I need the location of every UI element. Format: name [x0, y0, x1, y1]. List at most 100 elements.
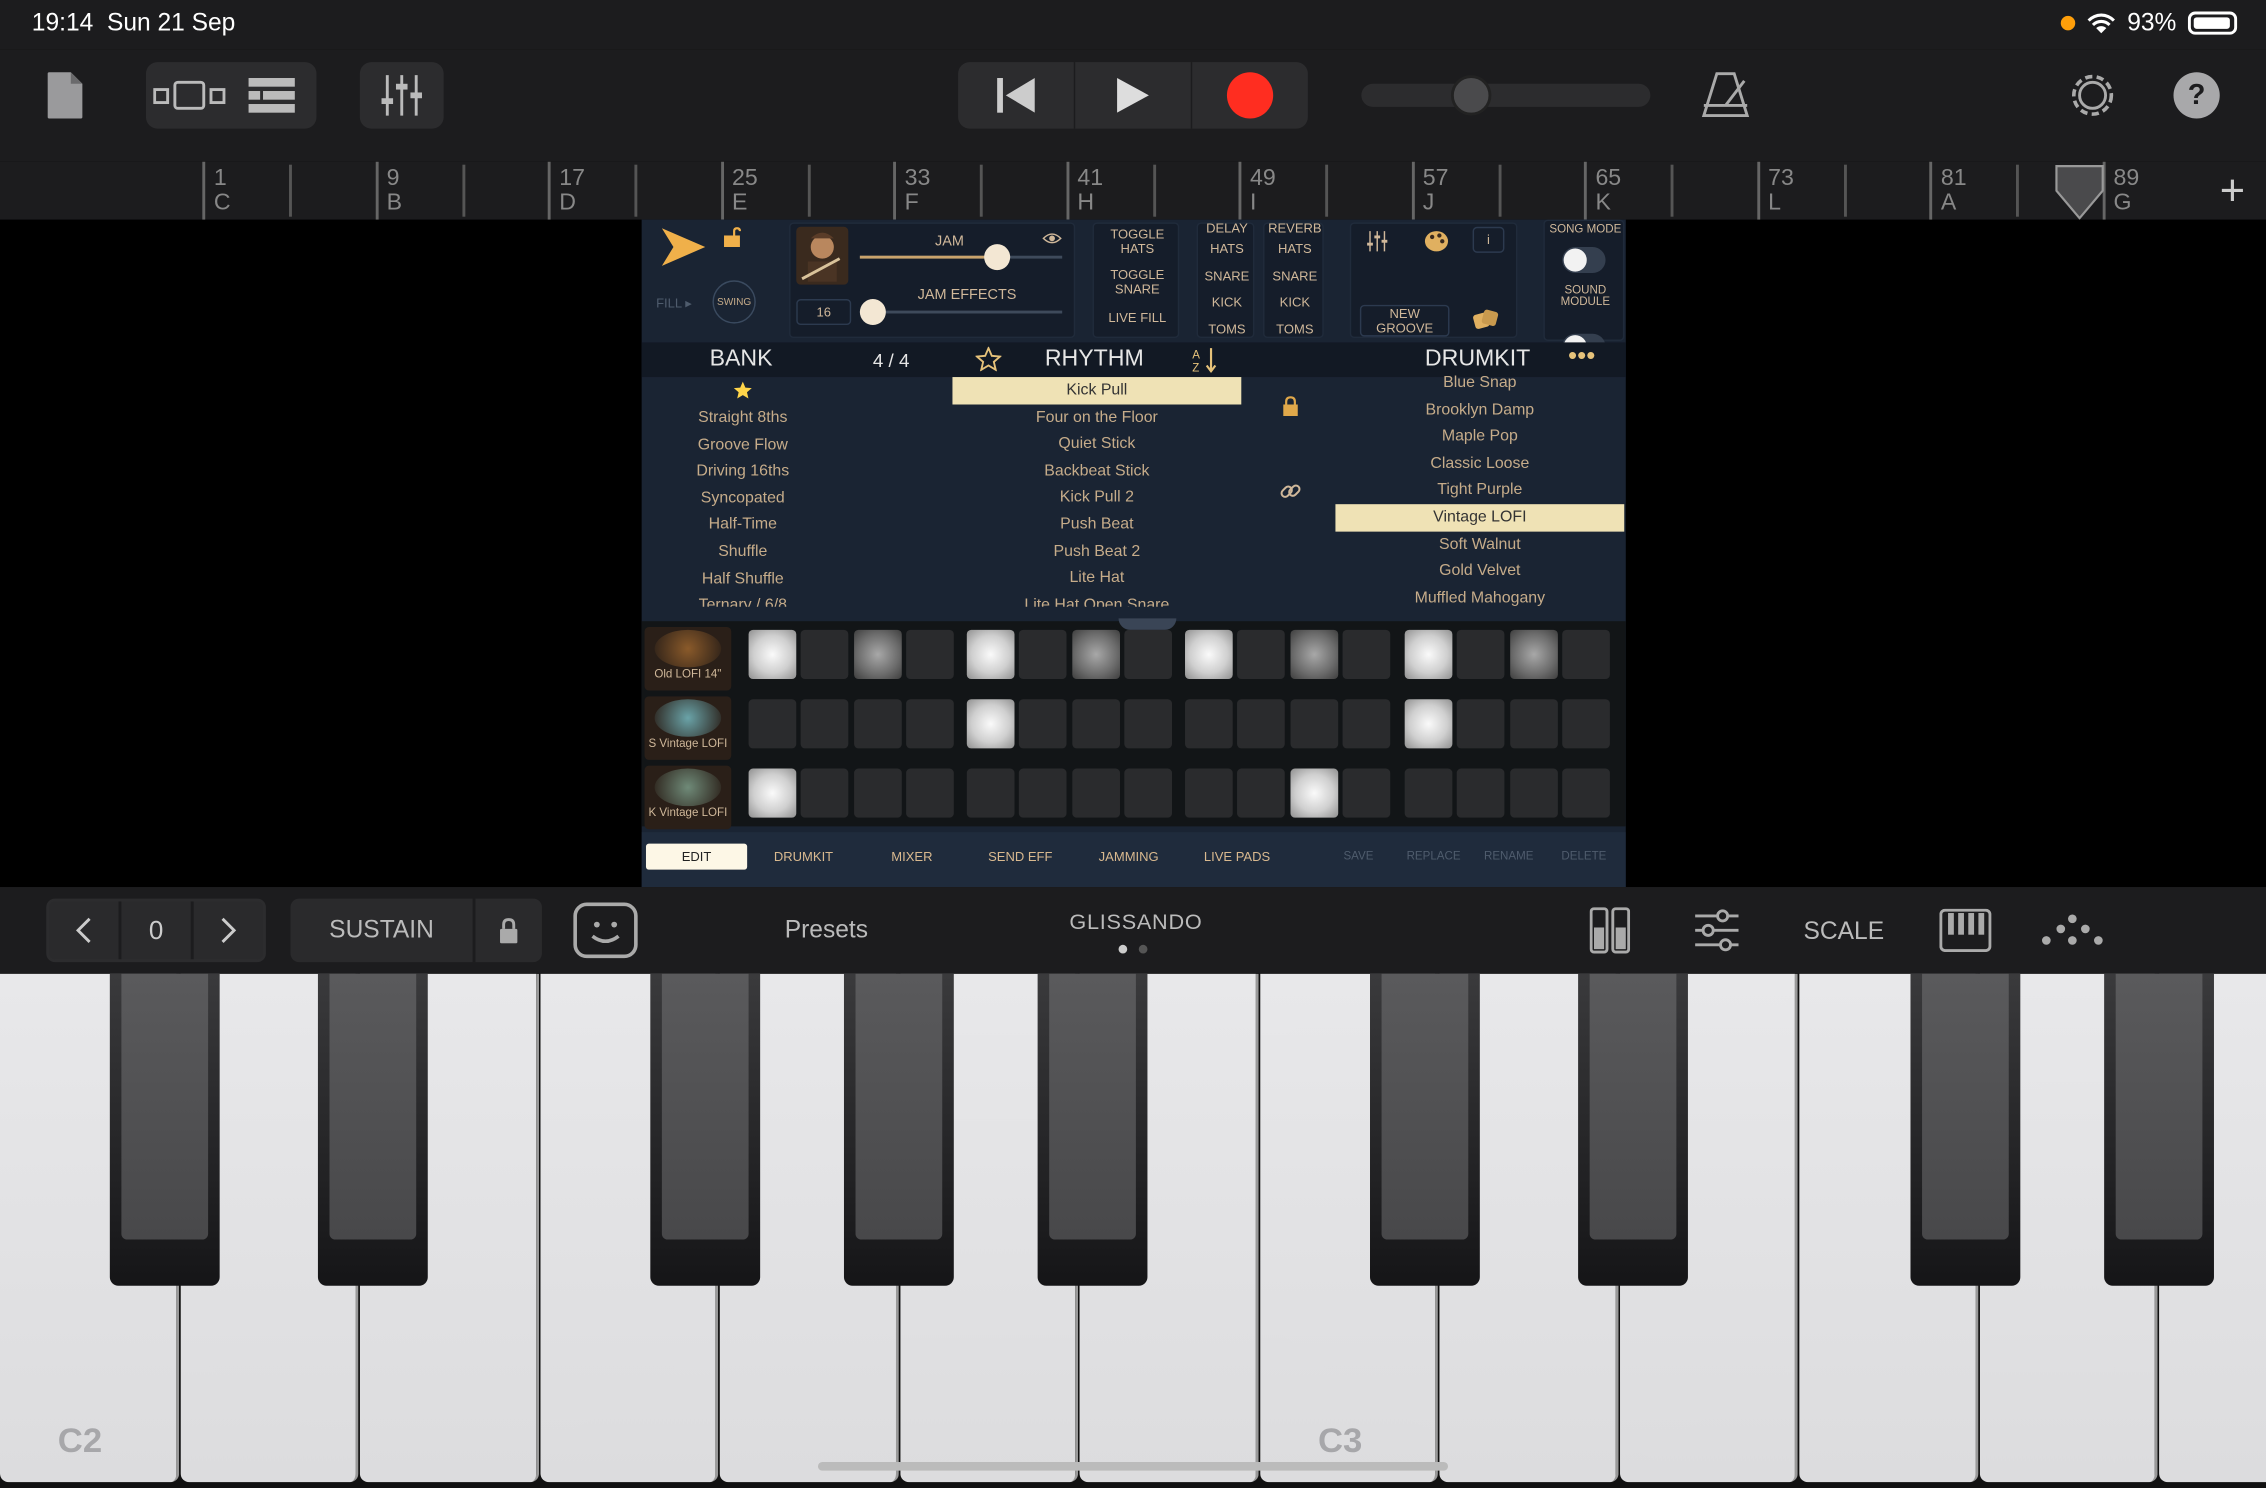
- eq-sliders-icon[interactable]: [1366, 230, 1389, 260]
- bank-item[interactable]: Groove Flow: [671, 431, 816, 458]
- ruler-bar-1[interactable]: 1C: [202, 161, 231, 220]
- ruler-bar-33[interactable]: 33 F: [893, 161, 930, 220]
- step-pad[interactable]: [1072, 768, 1120, 818]
- master-volume-slider[interactable]: [1361, 83, 1651, 107]
- octave-up-button[interactable]: [194, 901, 263, 959]
- rhythm-item[interactable]: Four on the Floor: [952, 404, 1241, 431]
- timeline-ruler[interactable]: 1 C 9 B 17 D 25 E 33 F 41 H 49 I 57 J 65 K 73 L 81 A 89 G +: [0, 161, 2266, 220]
- black-key[interactable]: [1370, 973, 1480, 1286]
- drumkit-item[interactable]: Brooklyn Damp: [1335, 397, 1624, 424]
- info-button[interactable]: i: [1472, 226, 1505, 253]
- drumkit-item[interactable]: Classic Loose: [1335, 450, 1624, 477]
- step-pad[interactable]: [1018, 629, 1067, 679]
- rhythm-item[interactable]: Lite Hat: [952, 565, 1241, 592]
- bank-item[interactable]: Driving 16ths: [671, 458, 816, 485]
- rhythm-item[interactable]: Push Beat: [952, 511, 1241, 538]
- rhythm-item[interactable]: Push Beat 2: [952, 538, 1241, 565]
- step-pad[interactable]: [1562, 768, 1610, 818]
- step-pad[interactable]: [748, 629, 797, 679]
- step-pad[interactable]: [1562, 699, 1610, 749]
- toggle-snare-button[interactable]: TOGGLE SNARE: [1097, 267, 1178, 296]
- drumkit-item[interactable]: Muffled Mahogany: [1335, 585, 1624, 607]
- action-save[interactable]: SAVE: [1324, 844, 1393, 870]
- split-keyboard-icon[interactable]: [1589, 907, 1631, 960]
- instrument-slot[interactable]: K Vintage LOFI: [644, 765, 732, 830]
- tab-jamming[interactable]: JAMMING: [1078, 844, 1179, 870]
- step-pad[interactable]: [1404, 768, 1453, 818]
- black-key[interactable]: [1037, 973, 1148, 1286]
- add-section-button[interactable]: +: [2220, 168, 2245, 217]
- step-pad[interactable]: [1185, 699, 1233, 749]
- tab-live-pads[interactable]: LIVE PADS: [1186, 844, 1287, 870]
- step-pad[interactable]: [1562, 629, 1610, 679]
- sustain-button[interactable]: SUSTAIN: [290, 899, 472, 963]
- step-pad[interactable]: [1237, 768, 1285, 818]
- reverb-toms[interactable]: TOMS: [1265, 322, 1326, 336]
- action-delete[interactable]: DELETE: [1549, 844, 1618, 870]
- reverb-snare[interactable]: SNARE: [1265, 269, 1326, 283]
- dice-icon[interactable]: [1473, 308, 1499, 338]
- black-key[interactable]: [1578, 973, 1688, 1286]
- instrument-slot[interactable]: Old LOFI 14": [644, 626, 732, 691]
- jam-effects-slider-knob[interactable]: [859, 299, 886, 326]
- step-pad[interactable]: [1072, 629, 1120, 679]
- ruler-bar-57[interactable]: 57 J: [1411, 161, 1448, 220]
- rhythm-item[interactable]: Kick Pull 2: [952, 485, 1241, 512]
- step-pad[interactable]: [800, 699, 849, 749]
- link-icon[interactable]: [1279, 480, 1302, 503]
- smart-controls-face-icon[interactable]: [572, 901, 638, 959]
- step-pad[interactable]: [1510, 699, 1558, 749]
- reverb-kick[interactable]: KICK: [1265, 295, 1326, 309]
- step-pad[interactable]: [1456, 629, 1505, 679]
- scale-button[interactable]: SCALE: [1804, 917, 1885, 946]
- black-key[interactable]: [109, 973, 220, 1286]
- rhythm-item[interactable]: Kick Pull: [952, 377, 1242, 404]
- ruler-bar-89[interactable]: 89 G: [2101, 161, 2139, 220]
- jam-effects-value[interactable]: 16: [796, 299, 852, 326]
- page-dot[interactable]: [1138, 944, 1148, 954]
- ruler-bar-9[interactable]: 9B: [375, 161, 402, 220]
- bank-item[interactable]: Shuffle: [671, 539, 816, 566]
- rhythm-item[interactable]: Backbeat Stick: [952, 458, 1241, 485]
- delay-hats[interactable]: HATS: [1198, 241, 1256, 255]
- delay-toms[interactable]: TOMS: [1198, 322, 1256, 336]
- mixer-button[interactable]: [359, 62, 444, 129]
- step-pad[interactable]: [1124, 629, 1173, 679]
- step-pad[interactable]: [1456, 768, 1505, 818]
- step-pad[interactable]: [1237, 629, 1285, 679]
- play-button[interactable]: [1075, 62, 1193, 129]
- step-pad[interactable]: [854, 768, 902, 818]
- step-pad[interactable]: [966, 629, 1015, 679]
- step-pad[interactable]: [854, 629, 902, 679]
- step-pad[interactable]: [906, 768, 954, 818]
- action-replace[interactable]: REPLACE: [1399, 844, 1468, 870]
- bank-item[interactable]: Syncopated: [671, 485, 816, 512]
- unlock-icon[interactable]: [723, 227, 743, 254]
- song-mode-toggle[interactable]: [1562, 247, 1606, 274]
- black-key[interactable]: [2104, 973, 2214, 1286]
- step-pad[interactable]: [1404, 629, 1453, 679]
- step-pad[interactable]: [1072, 699, 1120, 749]
- tab-send-eff[interactable]: SEND EFF: [970, 844, 1071, 870]
- ruler-bar-25[interactable]: 25 E: [720, 161, 758, 220]
- fill-label[interactable]: FILL ▸: [656, 296, 692, 310]
- drumkit-item[interactable]: Blue Snap: [1335, 370, 1624, 397]
- presets-button[interactable]: Presets: [785, 916, 868, 945]
- step-pad[interactable]: [748, 699, 797, 749]
- bank-item[interactable]: Half-Time: [671, 512, 816, 539]
- lock-icon[interactable]: [1282, 396, 1299, 417]
- reverb-hats[interactable]: HATS: [1265, 241, 1326, 255]
- bank-item[interactable]: Ternary / 6/8: [671, 593, 816, 607]
- master-volume-knob[interactable]: [1450, 75, 1492, 116]
- step-pad[interactable]: [1290, 768, 1339, 818]
- step-pad[interactable]: [1018, 768, 1067, 818]
- ruler-bar-81[interactable]: 81 A: [1929, 161, 1967, 220]
- rewind-button[interactable]: [958, 62, 1076, 129]
- swing-knob[interactable]: SWING: [712, 280, 756, 324]
- step-pad[interactable]: [1237, 699, 1285, 749]
- step-pad[interactable]: [1124, 768, 1173, 818]
- step-pad[interactable]: [1510, 629, 1558, 679]
- toggle-hats-button[interactable]: TOGGLE HATS: [1097, 227, 1178, 256]
- tab-edit[interactable]: EDIT: [645, 843, 748, 870]
- time-signature[interactable]: 4 / 4: [873, 350, 910, 372]
